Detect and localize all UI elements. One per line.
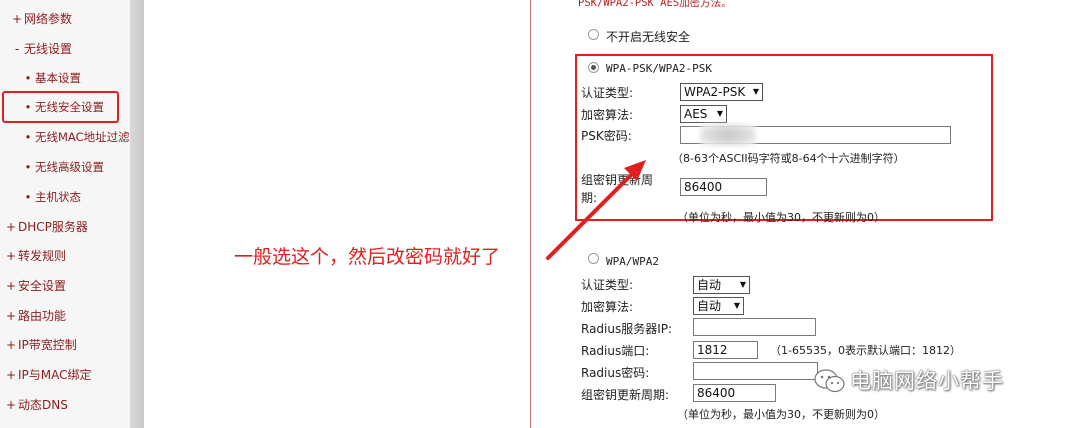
wpa-psk-auth-type-select[interactable]: WPA2-PSK ▼: [680, 83, 763, 101]
dropdown-arrow-icon: ▼: [739, 280, 746, 289]
no-security-label: 不开启无线安全: [606, 30, 691, 44]
sidebar-divider: [130, 0, 144, 428]
wpa-encryption-label: 加密算法:: [581, 300, 634, 314]
sidebar-item-security[interactable]: + 安全设置: [4, 275, 66, 297]
wpa-psk-title: WPA-PSK/WPA2-PSK: [606, 62, 712, 75]
psk-password-hint: （8-63个ASCII码字符或8-64个十六进制字符）: [672, 152, 905, 165]
wpa-auth-type-label: 认证类型:: [581, 278, 634, 292]
annotation-text: 一般选这个，然后改密码就好了: [234, 246, 501, 268]
radius-password-label: Radius密码:: [581, 366, 650, 380]
sidebar-item-label: DHCP服务器: [18, 220, 88, 234]
no-security-radio[interactable]: [588, 29, 599, 40]
psk-password-label: PSK密码:: [581, 129, 632, 143]
bullet-icon: •: [24, 130, 32, 144]
bullet-icon: •: [24, 190, 32, 204]
sidebar-item-label: 无线设置: [24, 42, 73, 56]
wpa-psk-radio[interactable]: [588, 62, 599, 73]
group-key-period-label-line2: 期:: [581, 191, 598, 205]
bullet-icon: •: [24, 71, 32, 85]
expand-icon: +: [5, 338, 17, 352]
radius-port-hint: （1-65535，0表示默认端口：1812）: [770, 344, 961, 357]
wpa-enterprise-radio[interactable]: [588, 253, 599, 264]
wpa-psk-auth-type-label: 认证类型:: [581, 86, 634, 100]
radius-ip-input[interactable]: [693, 318, 816, 336]
sidebar: + 网络参数 - 无线设置 • 基本设置 • 无线安全设置 • 无线MAC地址过滤 • 无线…: [0, 0, 130, 428]
sidebar-item-mac-filter[interactable]: • 无线MAC地址过滤: [21, 126, 130, 148]
expand-icon: +: [5, 279, 17, 293]
sidebar-item-label: 无线高级设置: [35, 160, 104, 174]
radius-ip-label: Radius服务器IP:: [581, 322, 673, 336]
sidebar-item-label: 无线MAC地址过滤: [35, 130, 130, 144]
expand-icon: +: [5, 398, 17, 412]
select-value: 自动: [697, 299, 722, 313]
group-key-period-label-line1: 组密钥更新周: [581, 173, 654, 187]
select-value: WPA2-PSK: [684, 85, 746, 99]
bullet-icon: •: [24, 160, 32, 174]
expand-icon: +: [5, 309, 17, 323]
select-value: 自动: [697, 278, 722, 292]
select-value: AES: [684, 107, 708, 121]
sidebar-item-wireless-advanced[interactable]: • 无线高级设置: [21, 156, 104, 178]
wpa-psk-encryption-select[interactable]: AES ▼: [680, 105, 727, 123]
wpa-auth-type-select[interactable]: 自动 ▼: [693, 276, 750, 294]
expand-icon: +: [5, 368, 17, 382]
expand-icon: +: [5, 249, 17, 263]
sidebar-item-label: 路由功能: [18, 309, 67, 323]
expand-icon: +: [11, 12, 23, 26]
group-key-period-hint: （单位为秒，最小值为30，不更新则为0）: [677, 211, 885, 224]
dropdown-arrow-icon: ▼: [716, 109, 723, 118]
dropdown-arrow-icon: ▼: [752, 87, 759, 96]
sidebar-item-bandwidth[interactable]: + IP带宽控制: [4, 334, 77, 356]
wpa-enterprise-title: WPA/WPA2: [606, 255, 659, 268]
sidebar-item-label: 动态DNS: [18, 398, 68, 412]
wpa-psk-encryption-label: 加密算法:: [581, 108, 634, 122]
sidebar-item-wireless-settings[interactable]: - 无线设置: [10, 38, 72, 60]
collapse-icon: -: [14, 42, 20, 56]
wpa-encryption-select[interactable]: 自动 ▼: [693, 297, 744, 315]
content-gutter: [144, 0, 530, 428]
group-key-period-input[interactable]: 86400: [680, 178, 767, 196]
wpa-group-key-period-label: 组密钥更新周期:: [581, 388, 670, 402]
right-margin: [1018, 0, 1080, 428]
wpa-group-key-period-input[interactable]: 86400: [693, 384, 776, 402]
sidebar-item-host-status[interactable]: • 主机状态: [21, 186, 81, 208]
sidebar-item-label: 安全设置: [18, 279, 67, 293]
sidebar-item-forwarding[interactable]: + 转发规则: [4, 245, 66, 267]
sidebar-item-network-params[interactable]: + 网络参数: [10, 8, 72, 30]
sidebar-item-label: IP带宽控制: [18, 338, 77, 352]
sidebar-item-label: 网络参数: [24, 12, 73, 26]
sidebar-item-ip-mac-binding[interactable]: + IP与MAC绑定: [4, 364, 92, 386]
watermark-text: 电脑网络小帮手: [850, 369, 1004, 393]
wechat-icon: [814, 369, 845, 393]
active-item-highlight: [2, 91, 119, 123]
sidebar-item-label: IP与MAC绑定: [18, 368, 92, 382]
expand-icon: +: [5, 220, 17, 234]
radius-password-input[interactable]: [693, 362, 818, 380]
sidebar-item-label: 基本设置: [35, 71, 81, 85]
redacted-password-blur: [700, 124, 756, 146]
radius-port-label: Radius端口:: [581, 344, 650, 358]
sidebar-item-ddns[interactable]: + 动态DNS: [4, 394, 68, 416]
wpa-group-key-period-hint: （单位为秒，最小值为30，不更新则为0）: [677, 408, 885, 421]
top-note: PSK/WPA2-PSK AES加密方法。: [578, 0, 732, 9]
radius-port-input[interactable]: 1812: [693, 341, 758, 359]
sidebar-item-label: 转发规则: [18, 249, 67, 263]
sidebar-item-routing[interactable]: + 路由功能: [4, 305, 66, 327]
sidebar-item-basic-settings[interactable]: • 基本设置: [21, 67, 81, 89]
sidebar-item-label: 主机状态: [35, 190, 81, 204]
sidebar-item-dhcp[interactable]: + DHCP服务器: [4, 216, 88, 238]
dropdown-arrow-icon: ▼: [733, 301, 740, 310]
